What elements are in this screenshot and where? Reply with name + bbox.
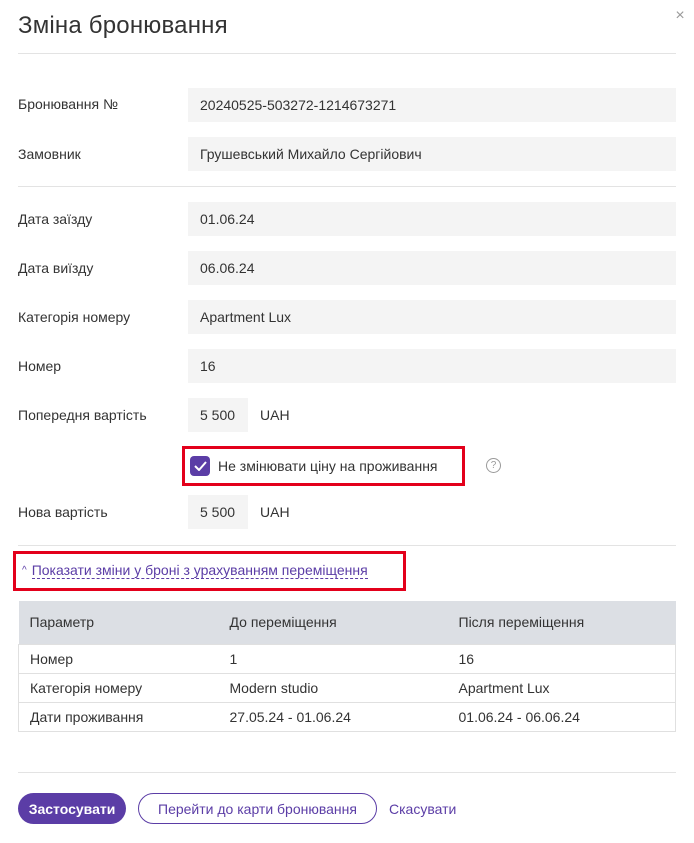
table-cell: Apartment Lux bbox=[447, 672, 676, 702]
table-cell: 16 bbox=[447, 643, 676, 673]
room-label: Номер bbox=[18, 358, 62, 374]
table-cell: Категорія номеру bbox=[18, 672, 219, 702]
room-category-field: Apartment Lux bbox=[188, 300, 676, 334]
chevron-up-icon: ^ bbox=[22, 565, 27, 576]
go-to-booking-card-button[interactable]: Перейти до карти бронювання bbox=[138, 793, 377, 824]
table-row: Номер 1 16 bbox=[18, 643, 676, 673]
room-category-label: Категорія номеру bbox=[18, 309, 131, 325]
check-out-label: Дата виїзду bbox=[18, 260, 94, 276]
divider bbox=[18, 772, 676, 773]
previous-price-label: Попередня вартість bbox=[18, 407, 147, 423]
previous-price-field: 5 500 bbox=[188, 398, 248, 432]
cancel-link[interactable]: Скасувати bbox=[389, 801, 456, 817]
close-icon[interactable]: × bbox=[672, 8, 688, 24]
column-header: До переміщення bbox=[218, 601, 448, 644]
show-changes-link[interactable]: Показати зміни у броні з урахуванням пер… bbox=[31, 562, 368, 579]
new-price-label: Нова вартість bbox=[18, 504, 108, 520]
room-field: 16 bbox=[188, 349, 676, 383]
check-in-field: 01.06.24 bbox=[188, 202, 676, 236]
apply-button[interactable]: Застосувати bbox=[18, 793, 126, 824]
customer-field: Грушевський Михайло Сергійович bbox=[188, 137, 676, 171]
table-header-row: Параметр До переміщення Після переміщенн… bbox=[18, 601, 676, 644]
divider bbox=[18, 53, 676, 54]
keep-price-label: Не змінювати ціну на проживання bbox=[218, 458, 438, 474]
keep-price-checkbox[interactable] bbox=[190, 456, 210, 476]
table-row: Дати проживання 27.05.24 - 01.06.24 01.0… bbox=[18, 701, 676, 732]
check-out-field: 06.06.24 bbox=[188, 251, 676, 285]
booking-number-field: 20240525-503272-1214673271 bbox=[188, 88, 676, 122]
keep-price-checkbox-row[interactable]: Не змінювати ціну на проживання bbox=[190, 454, 438, 478]
table-cell: 01.06.24 - 06.06.24 bbox=[447, 701, 676, 732]
booking-number-label: Бронювання № bbox=[18, 96, 119, 112]
show-changes-toggle[interactable]: ^ Показати зміни у броні з урахуванням п… bbox=[22, 562, 368, 579]
new-price-currency: UAH bbox=[260, 504, 290, 520]
table-cell: Номер bbox=[18, 643, 219, 673]
customer-label: Замовник bbox=[18, 146, 81, 162]
table-cell: Дати проживання bbox=[18, 701, 219, 732]
divider bbox=[18, 545, 676, 546]
table-cell: Modern studio bbox=[218, 672, 448, 702]
table-cell: 1 bbox=[218, 643, 448, 673]
table-cell: 27.05.24 - 01.06.24 bbox=[218, 701, 448, 732]
changes-table: Параметр До переміщення Після переміщенн… bbox=[18, 601, 676, 732]
column-header: Після переміщення bbox=[447, 601, 676, 644]
checkmark-icon bbox=[193, 461, 207, 471]
divider bbox=[18, 186, 676, 187]
column-header: Параметр bbox=[18, 601, 219, 644]
previous-price-currency: UAH bbox=[260, 407, 290, 423]
new-price-field: 5 500 bbox=[188, 495, 248, 529]
check-in-label: Дата заїзду bbox=[18, 211, 93, 227]
table-row: Категорія номеру Modern studio Apartment… bbox=[18, 672, 676, 702]
help-icon[interactable]: ? bbox=[486, 458, 501, 473]
dialog-title: Зміна бронювання bbox=[18, 12, 228, 39]
